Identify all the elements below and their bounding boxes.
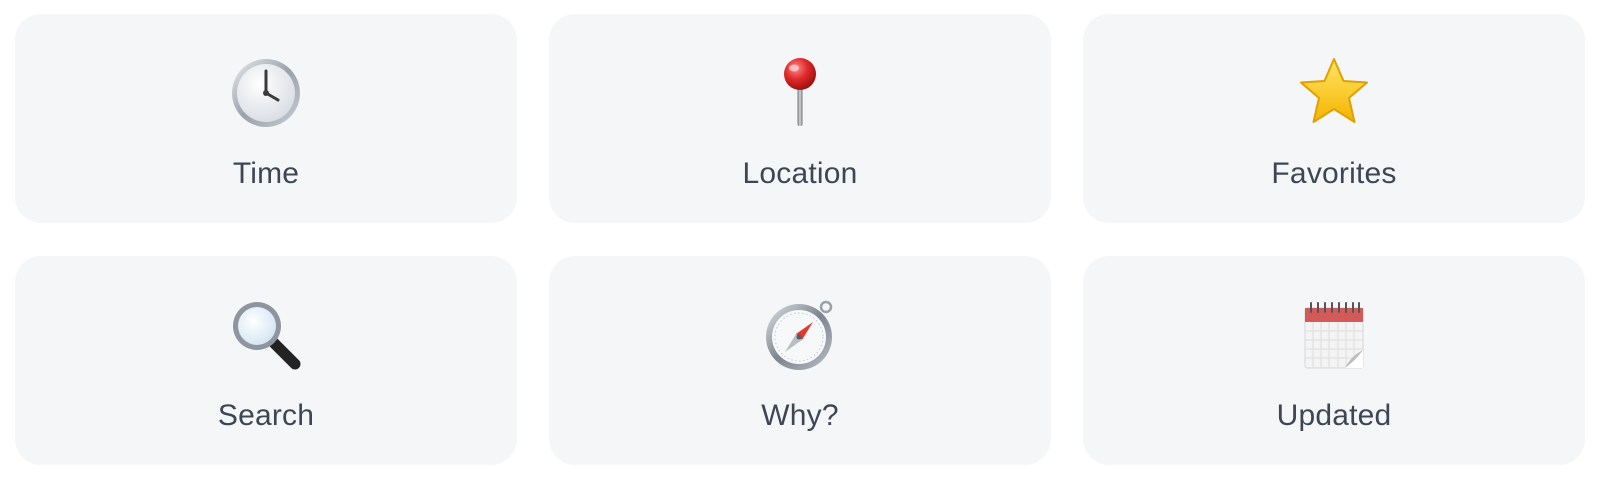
- clock-icon: [229, 56, 303, 130]
- calendar-icon: [1297, 298, 1371, 372]
- updated-card[interactable]: Updated: [1083, 256, 1585, 465]
- card-grid: Time Location Favorites Search Why? Upda…: [15, 14, 1585, 465]
- pushpin-icon: [763, 56, 837, 130]
- updated-label: Updated: [1276, 399, 1392, 432]
- compass-icon: [763, 298, 837, 372]
- location-card[interactable]: Location: [549, 14, 1051, 223]
- location-label: Location: [742, 157, 858, 190]
- why-label: Why?: [761, 399, 839, 432]
- search-card[interactable]: Search: [15, 256, 517, 465]
- why-card[interactable]: Why?: [549, 256, 1051, 465]
- magnifying-glass-icon: [229, 298, 303, 372]
- time-card[interactable]: Time: [15, 14, 517, 223]
- search-label: Search: [217, 399, 315, 432]
- time-label: Time: [232, 157, 300, 190]
- favorites-label: Favorites: [1271, 157, 1397, 190]
- star-icon: [1297, 56, 1371, 130]
- favorites-card[interactable]: Favorites: [1083, 14, 1585, 223]
